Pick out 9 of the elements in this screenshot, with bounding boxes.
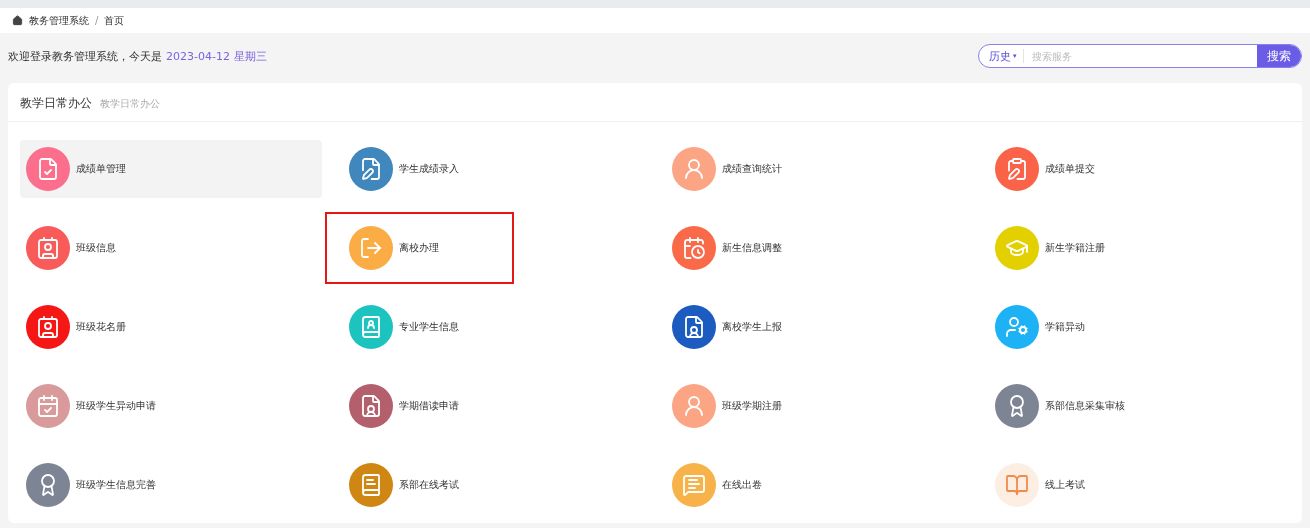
breadcrumb-separator: / <box>95 15 99 26</box>
breadcrumb-item[interactable]: 首页 <box>104 13 125 28</box>
welcome-text: 欢迎登录教务管理系统，今天是 2023-04-12 星期三 <box>8 48 267 64</box>
search-button[interactable]: 搜索 <box>1257 45 1301 67</box>
section-subtitle: 教学日常办公 <box>100 97 160 111</box>
service-item[interactable]: 成绩单管理 <box>20 140 322 198</box>
breadcrumb-item[interactable]: 教务管理系统 <box>29 13 89 28</box>
home-icon <box>12 15 23 26</box>
section-title: 教学日常办公 <box>20 95 92 112</box>
